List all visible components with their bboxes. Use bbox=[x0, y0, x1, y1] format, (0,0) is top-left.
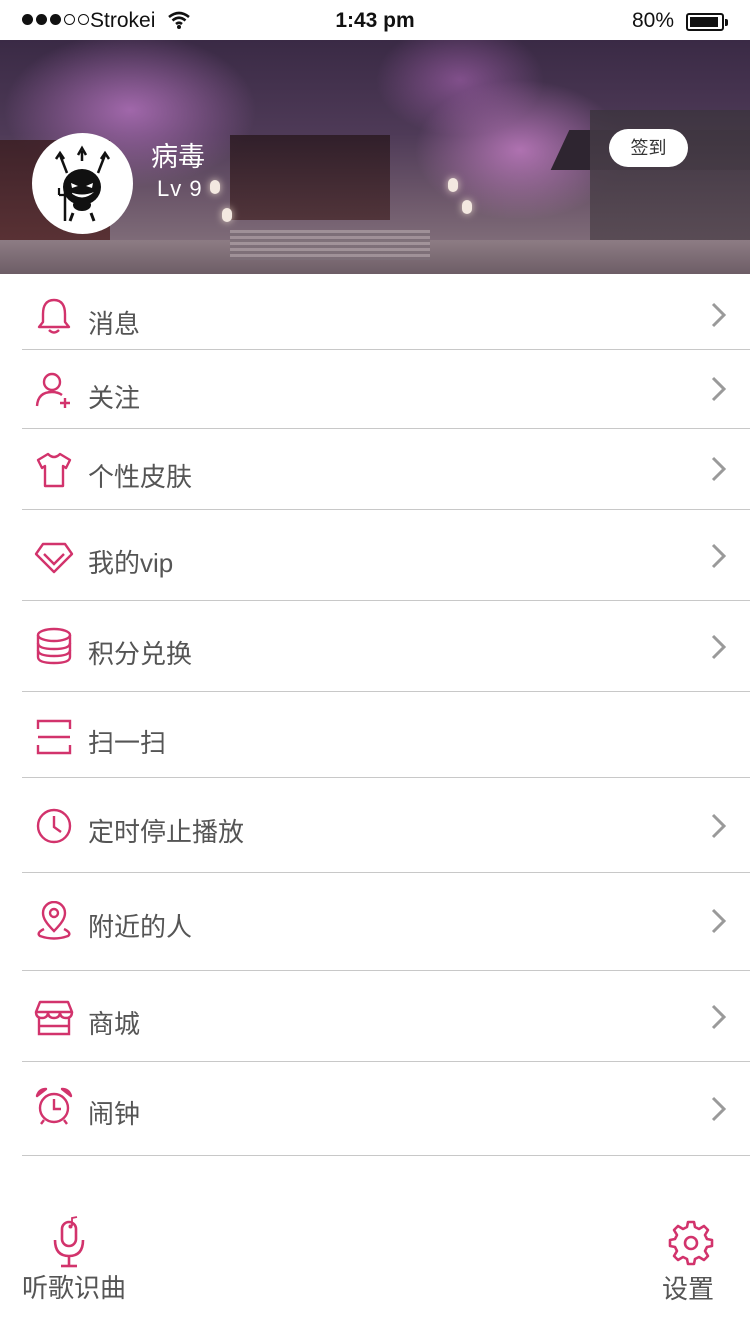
menu-item-messages[interactable]: 消息 bbox=[0, 274, 750, 350]
menu-item-label: 消息 bbox=[88, 309, 141, 339]
avatar[interactable] bbox=[32, 133, 133, 234]
menu-item-label: 个性皮肤 bbox=[88, 462, 193, 492]
user-add-icon bbox=[34, 370, 74, 410]
menu-item-follow[interactable]: 关注 bbox=[0, 350, 750, 429]
chevron-right-icon bbox=[708, 374, 730, 404]
recognize-song-button[interactable]: 听歌识曲 bbox=[22, 1216, 142, 1306]
battery-icon bbox=[686, 13, 728, 31]
menu-item-label: 扫一扫 bbox=[88, 728, 167, 758]
menu-item-label: 积分兑换 bbox=[88, 639, 193, 669]
profile-banner: 病毒 Lv 9 签到 bbox=[0, 40, 750, 274]
menu-item-label: 我的vip bbox=[88, 548, 174, 578]
chevron-right-icon bbox=[708, 1002, 730, 1032]
divider bbox=[22, 1155, 750, 1156]
menu-item-scan[interactable]: 扫一扫 bbox=[0, 692, 750, 778]
chevron-right-icon bbox=[708, 454, 730, 484]
coins-icon bbox=[34, 626, 74, 666]
diamond-icon bbox=[34, 536, 74, 576]
menu-item-alarm[interactable]: 闹钟 bbox=[0, 1062, 750, 1156]
microphone-music-icon bbox=[50, 1216, 90, 1275]
chevron-right-icon bbox=[708, 1094, 730, 1124]
bell-icon bbox=[34, 296, 74, 336]
menu-item-label: 闹钟 bbox=[88, 1099, 141, 1129]
clock-icon bbox=[34, 806, 74, 846]
menu-list: 消息 关注 个性皮肤 我的vip 积分兑换 扫一扫 定时停止播放 附近的人 商城… bbox=[0, 274, 750, 1156]
menu-item-skins[interactable]: 个性皮肤 bbox=[0, 429, 750, 510]
menu-item-nearby[interactable]: 附近的人 bbox=[0, 873, 750, 971]
menu-item-label: 定时停止播放 bbox=[88, 817, 245, 847]
username: 病毒 bbox=[151, 142, 205, 172]
chevron-right-icon bbox=[708, 632, 730, 662]
menu-item-label: 关注 bbox=[88, 383, 141, 413]
settings-button[interactable]: 设置 bbox=[658, 1216, 728, 1306]
checkin-button[interactable]: 签到 bbox=[609, 129, 688, 167]
menu-item-store[interactable]: 商城 bbox=[0, 971, 750, 1062]
menu-item-label: 商城 bbox=[88, 1009, 141, 1039]
store-icon bbox=[34, 998, 74, 1038]
tshirt-icon bbox=[34, 450, 74, 490]
menu-item-vip[interactable]: 我的vip bbox=[0, 510, 750, 601]
chevron-right-icon bbox=[708, 541, 730, 571]
alarm-clock-icon bbox=[34, 1086, 74, 1126]
menu-item-sleep-timer[interactable]: 定时停止播放 bbox=[0, 778, 750, 873]
user-level: Lv 9 bbox=[157, 176, 203, 201]
battery-percentage: 80% bbox=[632, 9, 675, 32]
chevron-right-icon bbox=[708, 811, 730, 841]
chevron-right-icon bbox=[708, 300, 730, 330]
status-bar: Strokei 1:43 pm 80% bbox=[0, 0, 750, 40]
chevron-right-icon bbox=[708, 906, 730, 936]
recognize-song-label: 听歌识曲 bbox=[22, 1273, 127, 1303]
menu-item-points[interactable]: 积分兑换 bbox=[0, 601, 750, 692]
settings-label: 设置 bbox=[662, 1274, 715, 1304]
devil-avatar-icon bbox=[54, 145, 111, 222]
scan-icon bbox=[34, 717, 74, 757]
location-pin-icon bbox=[34, 900, 74, 941]
gear-icon bbox=[668, 1220, 714, 1271]
menu-item-label: 附近的人 bbox=[88, 912, 193, 942]
